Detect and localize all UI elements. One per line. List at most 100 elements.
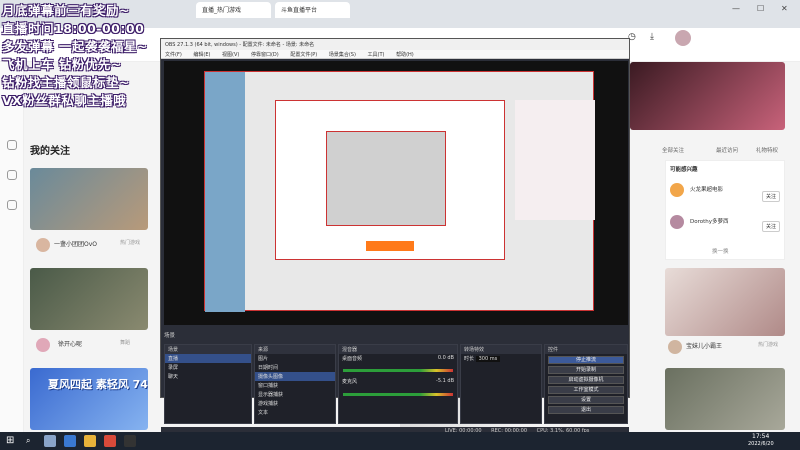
stream-thumb-2[interactable]: [30, 268, 148, 330]
menu-file[interactable]: 文件(F): [165, 52, 182, 58]
avatar: [670, 183, 684, 197]
user-name[interactable]: 火龙果超电影: [690, 185, 723, 193]
menu-scene-collection[interactable]: 场景集合(S): [329, 52, 356, 58]
browser-tab-2[interactable]: 斗鱼直播平台: [275, 2, 350, 18]
track-db: -5.1 dB: [436, 378, 454, 384]
scene-item[interactable]: 直播: [165, 354, 251, 363]
left-nav: [0, 62, 24, 432]
user-name[interactable]: Dorothy多萝西: [690, 217, 729, 225]
sources-dock: 来源 图片 日期时间 摄像头图像 窗口捕获 显示器捕获 游戏捕获 文本: [254, 344, 336, 424]
dock-title: 场景: [165, 345, 251, 354]
download-icon[interactable]: ⤓: [650, 32, 654, 42]
avatar: [668, 340, 682, 354]
card-meta: 热门游戏: [120, 240, 141, 246]
overlay-line: 飞机上车 钻粉优先~: [2, 57, 122, 72]
card-title[interactable]: 宝妹儿小霸王: [686, 341, 722, 350]
card-meta: 舞蹈: [120, 340, 131, 346]
stream-thumb-4[interactable]: [665, 368, 785, 430]
nested-preview-deep: [326, 131, 446, 226]
windows-taskbar: ⊞ ⌕ 17:54 2022/6/20: [0, 432, 800, 450]
nav-item-1[interactable]: [2, 140, 22, 151]
menu-profile[interactable]: 配置文件(P): [290, 52, 317, 58]
controls-dock: 控件 停止推流 开始录制 启动虚拟摄像机 工作室模式 设置 退出: [544, 344, 628, 424]
avatar: [670, 215, 684, 229]
close-icon[interactable]: ✕: [781, 4, 788, 13]
exit-button[interactable]: 退出: [548, 406, 624, 414]
browser-tab-1[interactable]: 直播_热门游戏: [196, 2, 271, 18]
studio-mode-button[interactable]: 工作室模式: [548, 386, 624, 394]
filter-recent[interactable]: 最近访问: [716, 146, 738, 154]
banner-thumb[interactable]: 夏风四起 素轻风 74: [30, 368, 148, 430]
nav-item-3[interactable]: [2, 200, 22, 211]
maximize-icon[interactable]: ☐: [757, 4, 764, 13]
panel-title: 可能感兴趣: [670, 167, 698, 173]
overlay-line: 钻粉找主播领鼠标垫~: [2, 75, 130, 90]
chrome-icon[interactable]: [104, 435, 116, 447]
dock-title: 转场特效: [461, 345, 541, 354]
start-recording-button[interactable]: 开始录制: [548, 366, 624, 374]
source-item[interactable]: 窗口捕获: [255, 381, 335, 390]
stop-streaming-button[interactable]: 停止推流: [548, 356, 624, 364]
refresh-link[interactable]: 换一换: [712, 247, 729, 255]
menu-help[interactable]: 帮助(H): [396, 52, 414, 58]
nested-preview-inner: [275, 100, 505, 260]
source-item[interactable]: 图片: [255, 354, 335, 363]
avatar[interactable]: [675, 30, 691, 46]
volume-meter: [343, 369, 453, 372]
track-db: 0.0 dB: [437, 355, 454, 361]
duration-row: 时长 300 ms: [461, 354, 541, 363]
overlay-line: 月底弹幕前三有奖励~: [2, 3, 130, 18]
taskview-icon[interactable]: [44, 435, 56, 447]
track-name: 麦克风: [342, 379, 358, 385]
overlay-line: 多发弹幕 一起袭袭福星~: [2, 39, 148, 54]
obs-window: OBS 27.1.3 (64 bit, windows) - 配置文件: 未命名…: [160, 38, 630, 435]
nav-item-2[interactable]: [2, 170, 22, 181]
clock-time: 17:54: [752, 433, 770, 440]
minimize-icon[interactable]: —: [732, 4, 740, 13]
filter-fav[interactable]: 礼物特权: [756, 146, 778, 154]
tab-label: 直播_热门游戏: [202, 7, 242, 14]
filter-all[interactable]: 全部关注: [662, 146, 684, 154]
category-icon: [7, 170, 17, 180]
stream-thumb-1[interactable]: [30, 168, 148, 230]
track-name: 桌面音频: [342, 356, 363, 362]
folder-icon[interactable]: [84, 435, 96, 447]
menu-edit[interactable]: 编辑(E): [193, 52, 210, 58]
follow-button[interactable]: 关注: [761, 221, 780, 232]
stream-thumb-3[interactable]: [665, 268, 785, 336]
source-item[interactable]: 日期时间: [255, 363, 335, 372]
scene-item[interactable]: 录屏: [165, 363, 251, 372]
obs-icon[interactable]: [124, 435, 136, 447]
obs-menubar: 文件(F) 编辑(E) 视图(V) 停靠窗口(D) 配置文件(P) 场景集合(S…: [161, 50, 629, 59]
volume-meter: [343, 393, 453, 396]
card-title[interactable]: 一盏小团团OvO: [54, 239, 97, 248]
scene-item[interactable]: 聊天: [165, 372, 251, 381]
obs-preview[interactable]: [164, 61, 628, 325]
top-banner[interactable]: [630, 62, 785, 130]
card-meta: 热门游戏: [758, 342, 779, 348]
settings-button[interactable]: 设置: [548, 396, 624, 404]
scenes-dock: 场景 直播 录屏 聊天: [164, 344, 252, 424]
menu-tools[interactable]: 工具(T): [368, 52, 385, 58]
clock-date: 2022/6/20: [748, 441, 774, 447]
menu-docks[interactable]: 停靠窗口(D): [251, 52, 279, 58]
source-item[interactable]: 摄像头图像: [255, 372, 335, 381]
nested-preview: [204, 71, 595, 312]
edge-icon[interactable]: [64, 435, 76, 447]
menu-view[interactable]: 视图(V): [222, 52, 239, 58]
source-item[interactable]: 游戏捕获: [255, 399, 335, 408]
preview-side-right: [515, 100, 595, 220]
avatar: [36, 338, 50, 352]
accent-bar: [366, 241, 414, 251]
mixer-track: 桌面音频 0.0 dB: [339, 354, 457, 363]
live-icon: [7, 140, 17, 150]
card-title[interactable]: 徐开心呢: [58, 339, 82, 348]
follow-button[interactable]: 关注: [761, 191, 780, 202]
duration-input[interactable]: 300 ms: [475, 356, 501, 362]
search-icon[interactable]: ⌕: [26, 436, 30, 446]
virtual-camera-button[interactable]: 启动虚拟摄像机: [548, 376, 624, 384]
source-item[interactable]: 显示器捕获: [255, 390, 335, 399]
source-item[interactable]: 文本: [255, 408, 335, 417]
windows-start-icon[interactable]: ⊞: [6, 435, 14, 446]
avatar: [36, 238, 50, 252]
